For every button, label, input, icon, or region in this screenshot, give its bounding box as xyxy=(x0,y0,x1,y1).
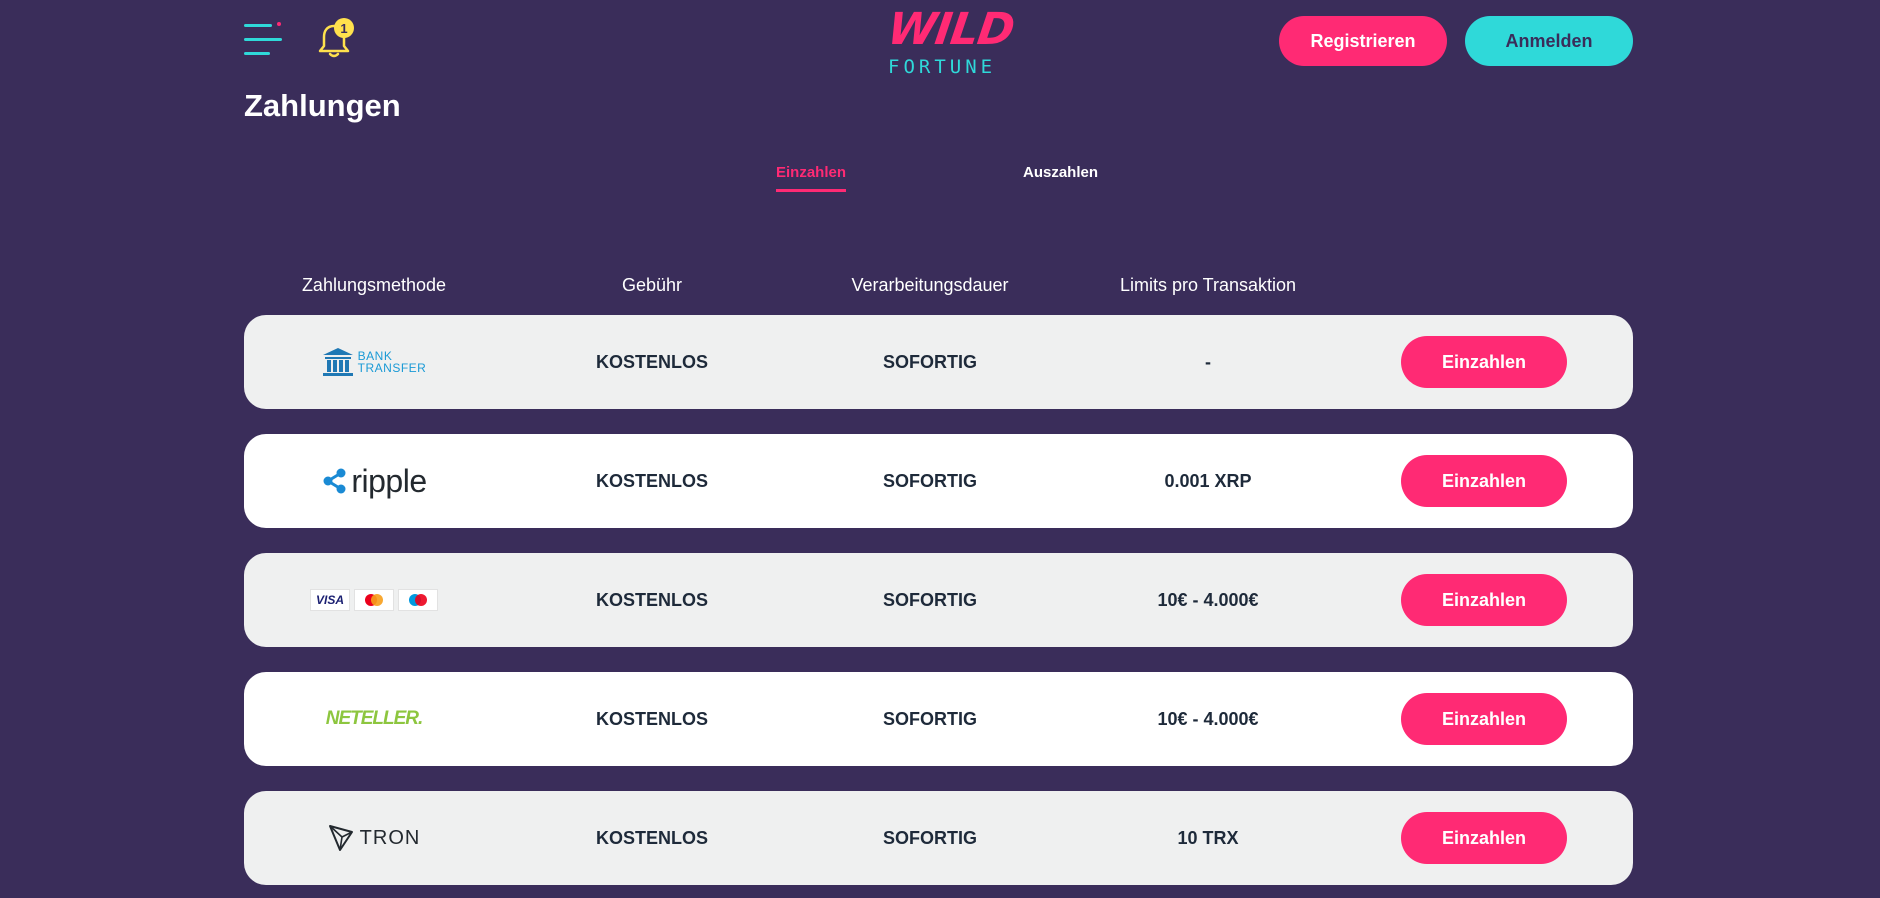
tab-withdraw[interactable]: Auszahlen xyxy=(1023,164,1098,181)
payment-method-logo: ripple xyxy=(244,434,504,528)
login-button[interactable]: Anmelden xyxy=(1465,16,1633,66)
limits-value: 10 TRX xyxy=(1177,827,1239,848)
wild-fortune-logo[interactable]: WILD FORTUNE xyxy=(884,4,1017,78)
fee-value: KOSTENLOS xyxy=(595,708,708,729)
duration-value: SOFORTIG xyxy=(883,351,977,372)
maestro-icon xyxy=(398,589,438,611)
deposit-button[interactable]: Einzahlen xyxy=(1401,336,1567,388)
site-header: 1 WILD FORTUNE Registrieren Anmelden xyxy=(0,0,1880,82)
duration-value: SOFORTIG xyxy=(883,470,977,491)
payment-method-logo: BANK TRANSFER xyxy=(244,315,504,409)
deposit-button[interactable]: Einzahlen xyxy=(1401,693,1567,745)
payment-method-logo: VISA xyxy=(244,553,504,647)
payment-row-tron: TRON KOSTENLOS SOFORTIG 10 TRX Einzahlen xyxy=(244,791,1633,885)
column-header-fee: Gebühr xyxy=(621,275,683,295)
payment-row-neteller: NETELLER. KOSTENLOS SOFORTIG 10€ - 4.000… xyxy=(244,672,1633,766)
limits-value: - xyxy=(1205,351,1211,372)
bank-icon xyxy=(322,348,353,376)
page-title: Zahlungen xyxy=(244,88,401,123)
payment-method-logo: TRON xyxy=(244,791,504,885)
neteller-logo: NETELLER. xyxy=(325,708,424,729)
register-button[interactable]: Registrieren xyxy=(1279,16,1447,66)
payment-row-cards: VISA KOSTENLOS SOFORTIG 10€ - 4.000€ Ein… xyxy=(244,553,1633,647)
payment-method-logo: NETELLER. xyxy=(244,672,504,766)
limits-value: 10€ - 4.000€ xyxy=(1157,708,1259,729)
duration-value: SOFORTIG xyxy=(883,708,977,729)
duration-value: SOFORTIG xyxy=(883,589,977,610)
fee-value: KOSTENLOS xyxy=(595,827,708,848)
mastercard-icon xyxy=(354,589,394,611)
payment-row-ripple: ripple KOSTENLOS SOFORTIG 0.001 XRP Einz… xyxy=(244,434,1633,528)
fee-value: KOSTENLOS xyxy=(595,351,708,372)
duration-value: SOFORTIG xyxy=(883,827,977,848)
payment-row-bank-transfer: BANK TRANSFER KOSTENLOS SOFORTIG - Einzah… xyxy=(244,315,1633,409)
notification-bell-icon[interactable]: 1 xyxy=(316,18,356,60)
deposit-button[interactable]: Einzahlen xyxy=(1401,812,1567,864)
limits-value: 10€ - 4.000€ xyxy=(1157,589,1259,610)
limits-value: 0.001 XRP xyxy=(1164,470,1252,491)
tron-icon xyxy=(328,825,353,851)
column-header-duration: Verarbeitungsdauer xyxy=(851,275,1009,295)
column-header-method: Zahlungsmethode xyxy=(301,275,447,295)
menu-icon[interactable] xyxy=(244,22,284,58)
ripple-icon xyxy=(323,468,346,494)
menu-indicator-dot xyxy=(277,22,281,26)
tab-deposit[interactable]: Einzahlen xyxy=(776,164,847,192)
fee-value: KOSTENLOS xyxy=(595,470,708,491)
deposit-button[interactable]: Einzahlen xyxy=(1401,574,1567,626)
visa-icon: VISA xyxy=(310,589,350,611)
notification-badge: 1 xyxy=(334,18,354,38)
fee-value: KOSTENLOS xyxy=(595,589,708,610)
column-header-limits: Limits pro Transaktion xyxy=(1119,275,1297,295)
deposit-button[interactable]: Einzahlen xyxy=(1401,455,1567,507)
